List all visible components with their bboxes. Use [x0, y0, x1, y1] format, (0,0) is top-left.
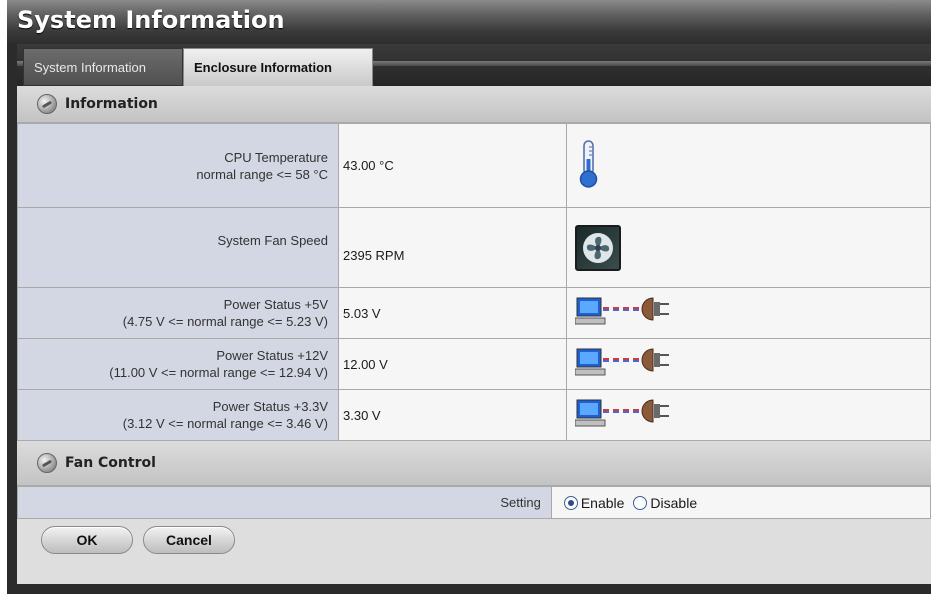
- fan-setting-radio-group: Enable Disable: [556, 495, 926, 511]
- power-3v3-label-cell: Power Status +3.3V (3.12 V <= normal ran…: [17, 389, 339, 441]
- enclosure-panel: Information CPU Temperature normal range…: [17, 86, 931, 584]
- section-gear-icon: [37, 453, 57, 473]
- cancel-button[interactable]: Cancel: [143, 526, 235, 554]
- power-5v-value: 5.03 V: [338, 287, 567, 339]
- power-5v-label: Power Status +5V: [223, 297, 328, 312]
- enable-radio-label[interactable]: Enable: [581, 495, 625, 511]
- power-12v-range: (11.00 V <= normal range <= 12.94 V): [109, 365, 328, 380]
- cpu-temperature-range: normal range <= 58 °C: [196, 166, 328, 182]
- information-section-title: Information: [65, 96, 158, 112]
- table-row-fan-setting: Setting Enable Disable: [17, 486, 931, 519]
- disable-radio-label[interactable]: Disable: [650, 495, 697, 511]
- fan-control-table: Setting Enable Disable: [17, 486, 931, 519]
- ok-button[interactable]: OK: [41, 526, 133, 554]
- information-table: CPU Temperature normal range <= 58 °C 43…: [17, 123, 931, 441]
- table-row-fan-speed: System Fan Speed 2395 RPM: [17, 207, 931, 288]
- disable-radio[interactable]: [633, 495, 648, 510]
- power-12v-icon-cell: [566, 338, 931, 390]
- fan-setting-label: Setting: [17, 486, 552, 519]
- window-frame: System Information System Information En…: [7, 0, 931, 594]
- fan-control-section-header: Fan Control: [17, 441, 931, 486]
- cpu-temperature-value: 43.00 °C: [338, 123, 567, 208]
- window-title: System Information: [17, 6, 285, 34]
- fan-speed-icon-cell: [566, 207, 931, 288]
- power-3v3-value: 3.30 V: [338, 389, 567, 441]
- fan-setting-options-cell: Enable Disable: [550, 486, 931, 519]
- power-3v3-icon-cell: [566, 389, 931, 441]
- cpu-temperature-icon-cell: [566, 123, 931, 208]
- fan-control-section-title: Fan Control: [65, 455, 156, 471]
- fan-speed-label: System Fan Speed: [217, 233, 328, 248]
- power-12v-label-cell: Power Status +12V (11.00 V <= normal ran…: [17, 338, 339, 390]
- power-5v-range: (4.75 V <= normal range <= 5.23 V): [122, 314, 328, 329]
- thermometer-icon: [579, 140, 598, 188]
- table-row-cpu-temperature: CPU Temperature normal range <= 58 °C 43…: [17, 123, 931, 208]
- cpu-temperature-label: CPU Temperature: [224, 149, 328, 165]
- fan-speed-value: 2395 RPM: [338, 207, 567, 288]
- table-row-power-12v: Power Status +12V (11.00 V <= normal ran…: [17, 338, 931, 390]
- power-12v-label: Power Status +12V: [216, 348, 328, 363]
- power-plug-icon: [574, 347, 669, 375]
- power-5v-icon-cell: [566, 287, 931, 339]
- enable-radio[interactable]: [563, 495, 578, 510]
- power-plug-icon: [574, 296, 669, 324]
- fan-speed-label-cell: System Fan Speed: [17, 207, 339, 288]
- fan-icon: [575, 224, 621, 271]
- power-3v3-label: Power Status +3.3V: [212, 399, 328, 414]
- tab-strip: System Information Enclosure Information: [17, 44, 931, 86]
- table-row-power-3v3: Power Status +3.3V (3.12 V <= normal ran…: [17, 389, 931, 441]
- fan-blades-icon: [583, 232, 613, 263]
- information-section-header: Information: [17, 86, 931, 123]
- title-bar: System Information: [7, 0, 931, 44]
- power-3v3-range: (3.12 V <= normal range <= 3.46 V): [122, 416, 328, 431]
- tab-system-information[interactable]: System Information: [23, 48, 183, 86]
- cpu-temperature-label-cell: CPU Temperature normal range <= 58 °C: [17, 123, 339, 208]
- table-row-power-5v: Power Status +5V (4.75 V <= normal range…: [17, 287, 931, 339]
- power-plug-icon: [574, 398, 669, 426]
- section-gear-icon: [37, 94, 57, 114]
- power-5v-label-cell: Power Status +5V (4.75 V <= normal range…: [17, 287, 339, 339]
- tab-enclosure-information[interactable]: Enclosure Information: [183, 48, 373, 86]
- power-12v-value: 12.00 V: [338, 338, 567, 390]
